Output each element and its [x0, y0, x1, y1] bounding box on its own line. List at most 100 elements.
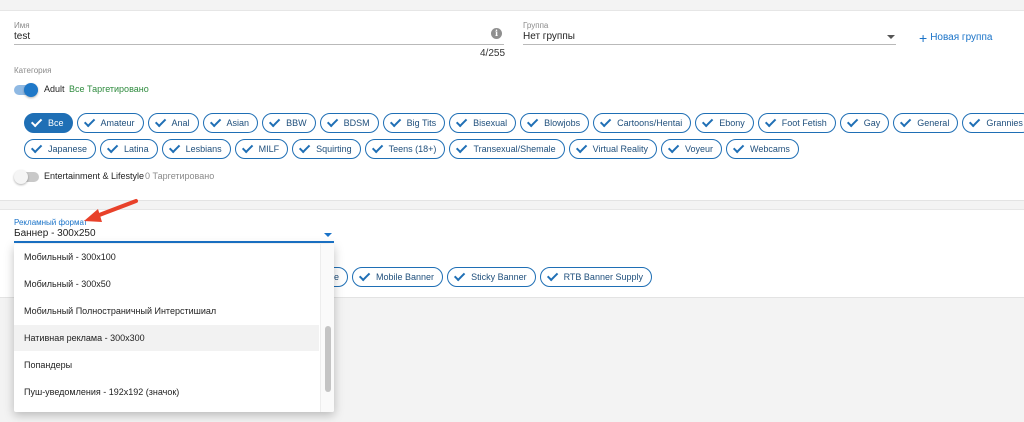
group-select[interactable]: Нет группы	[523, 31, 575, 42]
name-input[interactable]: test	[14, 31, 30, 42]
check-icon	[30, 141, 43, 154]
chip-label: Squirting	[316, 144, 352, 154]
check-icon	[456, 115, 468, 128]
category-chip[interactable]: Bisexual	[449, 113, 517, 133]
check-icon	[389, 115, 401, 128]
chip-label: Blowjobs	[544, 118, 581, 128]
chip-label: Gay	[863, 118, 881, 128]
chip-label: Big Tits	[406, 118, 437, 128]
chip-label: Bisexual	[473, 118, 508, 128]
category-chip[interactable]: Anal	[147, 113, 199, 133]
chip-label: Transexual/Shemale	[473, 144, 556, 154]
check-icon	[299, 141, 311, 154]
adult-chips-row1: Все Amateur Anal Asian BBW BDSM Big Tits Bisexu…	[24, 113, 1024, 133]
name-counter: 4/255	[480, 48, 506, 59]
dropdown-option[interactable]: Нативная реклама - 300x300	[14, 325, 319, 351]
category-chip[interactable]: Amateur	[76, 113, 144, 133]
category-chip[interactable]: MILF	[234, 139, 289, 159]
chip-label: Virtual Reality	[592, 144, 649, 154]
toggle-knob	[24, 83, 38, 97]
adult-status: Все Таргетировано	[69, 84, 149, 94]
scrollbar-thumb[interactable]	[325, 326, 331, 392]
category-label: Категория	[14, 66, 52, 75]
chip-label: Latina	[124, 144, 149, 154]
category-chip[interactable]: BBW	[262, 113, 316, 133]
chip-label: Japanese	[48, 144, 88, 154]
chip-label: Sticky Banner	[471, 272, 527, 282]
category-chip[interactable]: Grannies	[962, 113, 1024, 133]
category-chip[interactable]: Blowjobs	[520, 113, 590, 133]
chip-label: Asian	[226, 118, 250, 128]
chip-label: Все	[48, 118, 64, 128]
new-group-label: Новая группа	[930, 32, 993, 43]
category-chip[interactable]: Voyeur	[661, 139, 723, 159]
category-chip[interactable]: Sticky Banner	[447, 267, 536, 287]
entertainment-label: Entertainment & Lifestyle	[44, 171, 145, 181]
chip-label: Teens (18+)	[388, 144, 437, 154]
chip-label: Webcams	[750, 144, 790, 154]
chevron-down-icon[interactable]	[324, 233, 332, 237]
check-icon	[326, 115, 338, 128]
category-chip[interactable]: Teens (18+)	[364, 139, 446, 159]
dropdown-option[interactable]: Попандеры	[14, 352, 319, 378]
category-chip[interactable]: Latina	[100, 139, 158, 159]
category-chip[interactable]: Lesbians	[161, 139, 231, 159]
category-chip[interactable]: Asian	[202, 113, 259, 133]
category-chip[interactable]: Virtual Reality	[568, 139, 658, 159]
chip-label: BBW	[286, 118, 307, 128]
dropdown-option[interactable]: Пуш-уведомления - 192x192 (значок)	[14, 379, 319, 405]
category-chip[interactable]: BDSM	[319, 113, 379, 133]
check-icon	[900, 115, 912, 128]
ad-format-dropdown: Пуш-уведомления - 192x192 (значок) Попанд…	[14, 244, 334, 412]
category-chip[interactable]: Все	[24, 113, 73, 133]
chip-label: Cartoons/Hentai	[617, 118, 683, 128]
chevron-down-icon[interactable]	[887, 35, 895, 39]
chip-label: RTB Banner Supply	[563, 272, 643, 282]
adult-toggle[interactable]	[14, 83, 38, 97]
check-icon	[106, 141, 119, 154]
category-chip[interactable]: RTB Banner Supply	[539, 267, 652, 287]
category-chip[interactable]: Foot Fetish	[757, 113, 836, 133]
check-icon	[241, 141, 253, 154]
category-chip[interactable]: Gay	[839, 113, 890, 133]
chip-label: Voyeur	[685, 144, 714, 154]
entertainment-toggle[interactable]	[14, 170, 39, 184]
chip-label: General	[917, 118, 950, 128]
check-icon	[527, 115, 539, 128]
chip-label: Grannies	[986, 118, 1023, 128]
info-icon[interactable]: i	[491, 28, 502, 39]
category-chip[interactable]: Ebony	[695, 113, 754, 133]
adult-label: Adult	[44, 84, 65, 94]
check-icon	[969, 115, 981, 128]
check-icon	[371, 141, 383, 154]
check-icon	[667, 141, 680, 154]
plus-icon: +	[919, 29, 928, 46]
chip-label: e	[334, 272, 340, 282]
category-chip[interactable]: General	[893, 113, 959, 133]
ad-format-underline	[14, 241, 334, 243]
dropdown-option[interactable]: Мобильный - 300x50	[14, 271, 319, 297]
category-chip[interactable]: Transexual/Shemale	[449, 139, 565, 159]
format-chips: e Mobile Banner Sticky Banner RTB Banner Su…	[310, 267, 652, 287]
dropdown-option[interactable]: Мобильный Полностраничный Интерстишиал	[14, 298, 319, 324]
check-icon	[30, 115, 43, 128]
chip-label: Mobile Banner	[376, 272, 435, 282]
category-chip[interactable]: Mobile Banner	[352, 267, 444, 287]
category-chip[interactable]: Cartoons/Hentai	[593, 113, 692, 133]
group-label: Группа	[523, 21, 549, 30]
category-chip[interactable]: Webcams	[726, 139, 799, 159]
new-group-button[interactable]: + Новая группа	[919, 29, 993, 46]
chip-label: Foot Fetish	[781, 118, 827, 128]
check-icon	[209, 115, 221, 128]
category-chip[interactable]: Japanese	[24, 139, 97, 159]
check-icon	[575, 141, 587, 154]
check-icon	[764, 115, 776, 128]
chip-label: BDSM	[343, 118, 370, 128]
ad-format-label: Рекламный формат	[14, 218, 88, 227]
category-chip[interactable]: Big Tits	[382, 113, 446, 133]
dropdown-scrollbar[interactable]	[320, 244, 334, 412]
category-chip[interactable]: Squirting	[292, 139, 361, 159]
chip-label: Amateur	[100, 118, 135, 128]
dropdown-option[interactable]: Мобильный - 300x100	[14, 244, 319, 270]
ad-format-select[interactable]: Баннер - 300x250	[14, 228, 96, 239]
